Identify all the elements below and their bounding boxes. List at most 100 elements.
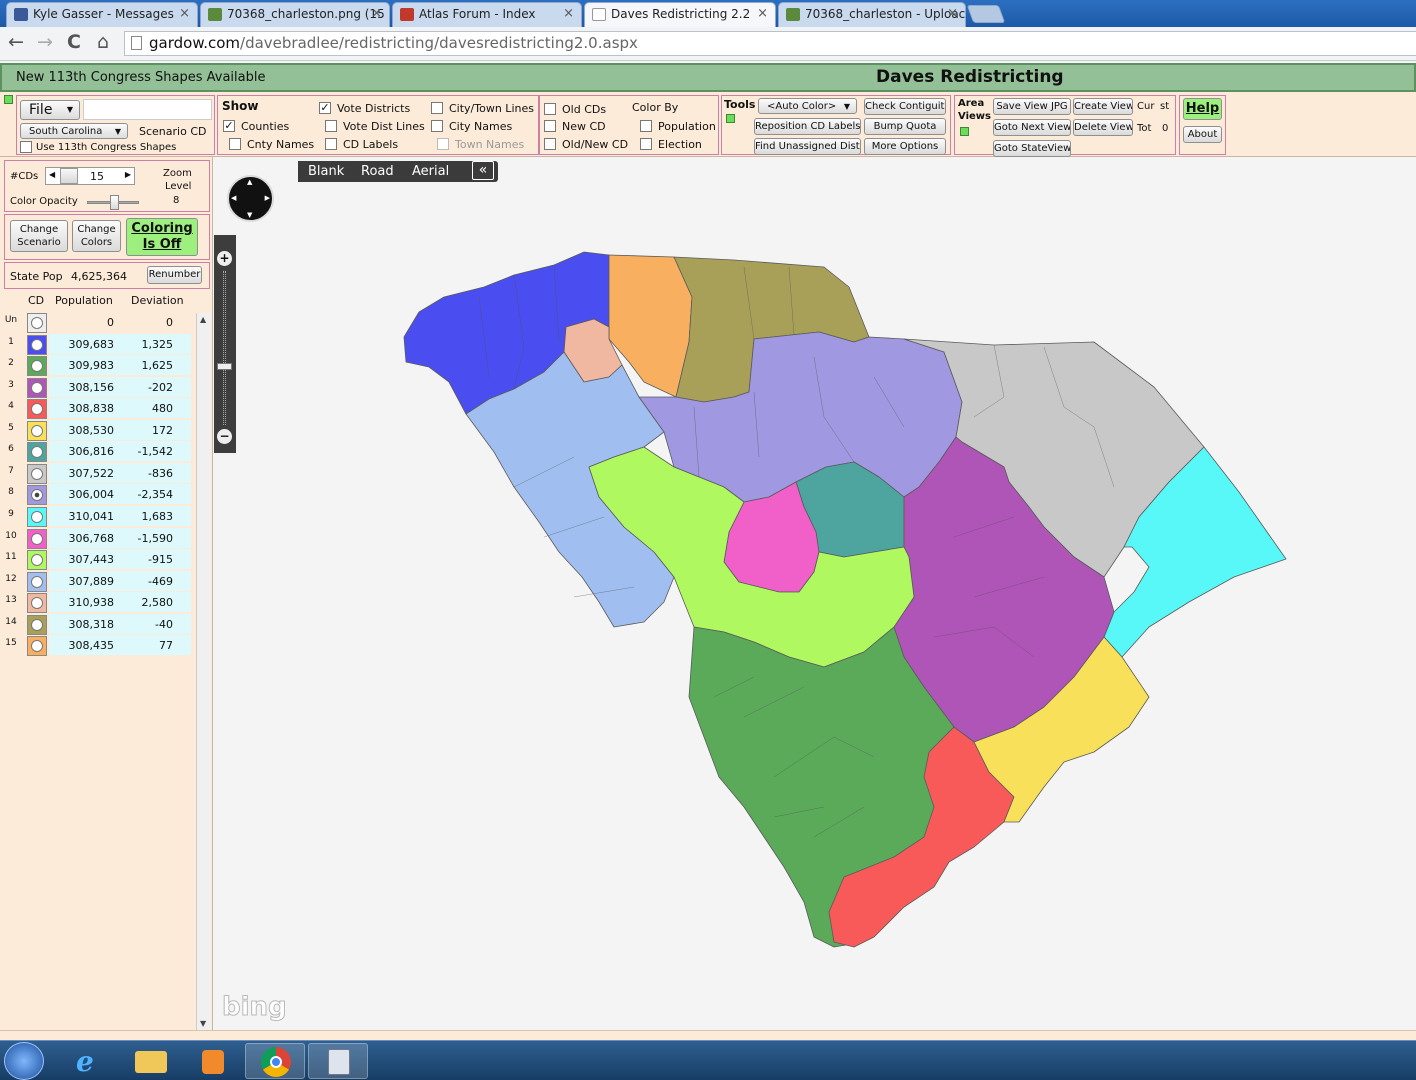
scroll-down-icon[interactable]: ▼	[200, 1019, 206, 1028]
new-cd-checkbox[interactable]	[544, 120, 556, 132]
tab-blank[interactable]: Blank	[308, 164, 344, 179]
cd-labels-checkbox[interactable]	[325, 138, 337, 150]
close-tab-icon[interactable]: ×	[947, 3, 958, 25]
radio-icon[interactable]	[31, 640, 43, 653]
map-canvas[interactable]: bing Blank Road Aerial « ▲ ▼ ◀ ▶ + −	[214, 157, 1416, 1030]
browser-tab-4[interactable]: 70368_charleston - Uploac ×	[778, 2, 966, 27]
close-tab-icon[interactable]: ×	[179, 3, 190, 25]
file-name-input[interactable]	[83, 99, 212, 120]
radio-icon[interactable]	[31, 403, 43, 416]
help-button[interactable]: Help	[1183, 98, 1222, 120]
district-row[interactable]: Un 0 0	[0, 312, 196, 333]
slider-thumb[interactable]	[110, 195, 119, 210]
district-row[interactable]: 8 306,004 -2,354	[0, 484, 196, 506]
views-toggle[interactable]	[960, 127, 969, 136]
goto-state-view-button[interactable]: Goto StateView	[993, 140, 1071, 157]
browser-tab-0[interactable]: Kyle Gasser - Messages ×	[6, 2, 198, 27]
calculator-taskbar-icon[interactable]	[308, 1043, 368, 1079]
renumber-button[interactable]: Renumber	[147, 266, 202, 284]
radio-icon[interactable]	[31, 510, 43, 523]
browser-tab-3[interactable]: Daves Redistricting 2.2 ×	[584, 2, 776, 27]
about-button[interactable]: About	[1183, 126, 1222, 143]
save-view-jpg-button[interactable]: Save View JPG	[993, 98, 1071, 115]
radio-icon[interactable]	[31, 467, 43, 480]
goto-next-view-button[interactable]: Goto Next View	[993, 119, 1071, 136]
old-new-cd-checkbox[interactable]	[544, 138, 556, 150]
district-row[interactable]: 7 307,522 -836	[0, 462, 196, 484]
town-names-checkbox[interactable]	[437, 138, 449, 150]
radio-icon[interactable]	[31, 317, 43, 329]
coloring-toggle-button[interactable]: Coloring Is Off	[126, 218, 198, 256]
district-color-swatch[interactable]	[27, 614, 47, 635]
district-color-swatch[interactable]	[27, 571, 47, 592]
auto-color-select[interactable]: <Auto Color> ▼	[758, 98, 857, 114]
chevron-left-icon[interactable]: ◀	[49, 170, 55, 179]
tools-toggle[interactable]	[726, 114, 735, 123]
district-row[interactable]: 9 310,041 1,683	[0, 505, 196, 527]
address-bar[interactable]: gardow.com/davebradlee/redistricting/dav…	[124, 31, 1416, 56]
district-row[interactable]: 2 309,983 1,625	[0, 355, 196, 377]
district-color-swatch[interactable]	[27, 463, 47, 484]
collapse-map-bar-button[interactable]: «	[472, 161, 494, 180]
pan-up-icon[interactable]: ▲	[247, 178, 252, 186]
pan-down-icon[interactable]: ▼	[247, 211, 252, 219]
district-row[interactable]: 3 308,156 -202	[0, 376, 196, 398]
radio-icon[interactable]	[31, 489, 43, 502]
radio-icon[interactable]	[31, 338, 43, 351]
zoom-track[interactable]	[223, 271, 226, 425]
radio-icon[interactable]	[31, 554, 43, 567]
election-checkbox[interactable]	[640, 138, 652, 150]
back-icon[interactable]: ←	[4, 31, 28, 53]
district-color-swatch[interactable]	[27, 593, 47, 614]
media-taskbar-icon[interactable]	[182, 1043, 242, 1079]
more-options-button[interactable]: More Options	[864, 138, 946, 155]
find-unassigned-button[interactable]: Find Unassigned Dists	[754, 138, 861, 155]
district-row[interactable]: 15 308,435 77	[0, 635, 196, 657]
forward-icon[interactable]: →	[33, 31, 57, 53]
cnty-names-checkbox[interactable]	[229, 138, 241, 150]
vote-dist-lines-checkbox[interactable]	[325, 120, 337, 132]
population-checkbox[interactable]	[640, 120, 652, 132]
pan-compass[interactable]: ▲ ▼ ◀ ▶	[227, 175, 274, 222]
district-color-swatch[interactable]	[27, 506, 47, 527]
tab-aerial[interactable]: Aerial	[412, 164, 449, 179]
city-names-checkbox[interactable]	[431, 120, 443, 132]
district-color-swatch[interactable]	[27, 636, 47, 657]
zoom-bar[interactable]: + −	[214, 235, 236, 453]
zoom-in-icon[interactable]: +	[217, 251, 232, 266]
district-row[interactable]: 1 309,683 1,325	[0, 333, 196, 355]
home-icon[interactable]: ⌂	[91, 31, 115, 53]
check-contiguity-button[interactable]: Check Contiguity	[864, 98, 946, 115]
radio-icon[interactable]	[31, 446, 43, 459]
ie-taskbar-icon[interactable]: e	[60, 1043, 120, 1079]
close-tab-icon[interactable]: ×	[563, 3, 574, 25]
browser-tab-1[interactable]: 70368_charleston.png (15 ×	[200, 2, 390, 27]
district-row[interactable]: 11 307,443 -915	[0, 549, 196, 571]
district-color-swatch[interactable]	[27, 356, 47, 377]
explorer-taskbar-icon[interactable]	[121, 1043, 181, 1079]
zoom-thumb[interactable]	[217, 363, 232, 370]
use113-checkbox[interactable]	[20, 141, 32, 153]
browser-tab-2[interactable]: Atlas Forum - Index ×	[392, 2, 582, 27]
scroll-up-icon[interactable]: ▲	[200, 315, 206, 324]
district-color-swatch[interactable]	[27, 399, 47, 420]
chrome-taskbar-icon[interactable]	[245, 1043, 305, 1079]
reload-icon[interactable]: C	[62, 31, 86, 53]
counties-checkbox[interactable]: ✓	[223, 120, 235, 132]
district-row[interactable]: 12 307,889 -469	[0, 570, 196, 592]
state-select[interactable]: South Carolina ▼	[20, 123, 128, 139]
sidebar-scrollbar[interactable]: ▲ ▼	[196, 313, 211, 1030]
start-button[interactable]	[4, 1042, 44, 1080]
district-row[interactable]: 6 306,816 -1,542	[0, 441, 196, 463]
radio-icon[interactable]	[31, 597, 43, 610]
opacity-slider[interactable]	[87, 195, 139, 210]
tab-road[interactable]: Road	[361, 164, 394, 179]
district-color-swatch[interactable]	[27, 334, 47, 355]
district-map[interactable]: bing	[214, 157, 1416, 1030]
bump-quota-button[interactable]: Bump Quota	[864, 118, 946, 135]
radio-icon[interactable]	[31, 532, 43, 545]
radio-icon[interactable]	[31, 424, 43, 437]
delete-view-button[interactable]: Delete View	[1073, 119, 1133, 136]
radio-icon[interactable]	[31, 575, 43, 588]
reposition-labels-button[interactable]: Reposition CD Labels	[754, 118, 861, 135]
